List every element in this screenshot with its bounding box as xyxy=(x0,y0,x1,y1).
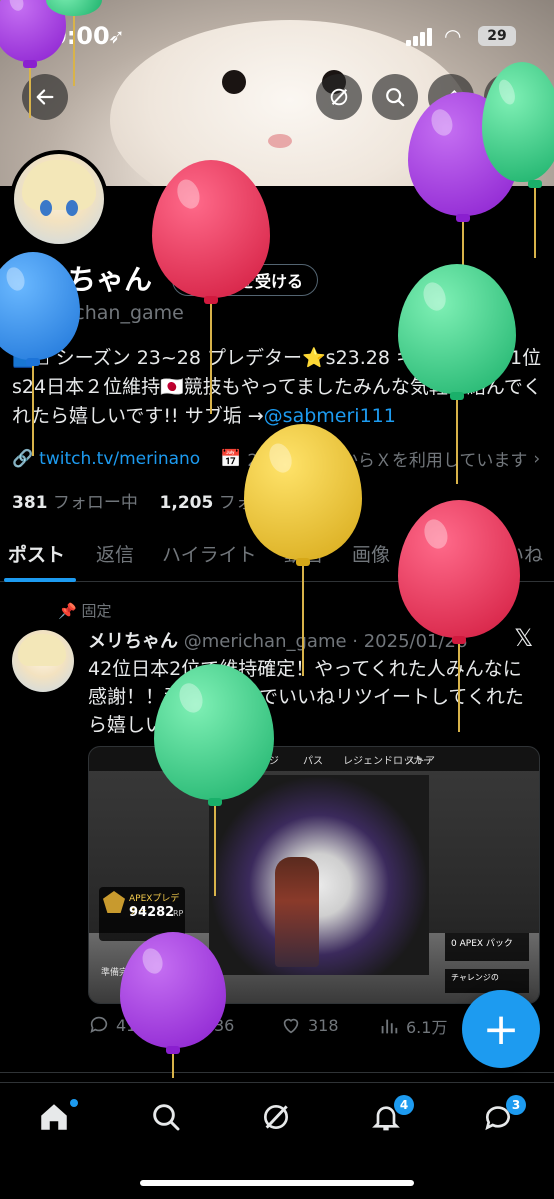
apex-pack-label: APEX パック xyxy=(459,939,513,949)
get-verified-label: 認証を受ける xyxy=(207,272,304,291)
banner-hamster-nose xyxy=(268,134,292,148)
tab-videos[interactable]: 動画 xyxy=(284,540,322,567)
views-button[interactable]: 6.1万 xyxy=(378,1014,447,1038)
plus-icon: + xyxy=(482,1003,520,1055)
tab-posts[interactable]: ポスト xyxy=(8,540,65,567)
retweet-icon xyxy=(188,1016,206,1034)
avatar-hair xyxy=(18,634,66,666)
tweet-handle-date: @merichan_game · 2025/01/26 xyxy=(183,631,468,652)
home-indicator xyxy=(140,1180,414,1186)
like-count: 318 xyxy=(308,1015,339,1035)
avatar-hair xyxy=(22,160,96,210)
website-link[interactable]: twitch.tv/merinano xyxy=(39,449,200,469)
share-button[interactable] xyxy=(484,74,530,120)
avatar-eye xyxy=(66,200,78,216)
tab-articles[interactable]: 記事 xyxy=(420,540,458,567)
arrow-left-icon xyxy=(36,89,54,105)
messages-badge: 3 xyxy=(506,1095,526,1115)
nav-home[interactable] xyxy=(34,1097,74,1137)
wifi-icon: ◠ xyxy=(444,24,462,48)
game-rank-box: APEXプレデター 94282 RP xyxy=(99,887,185,941)
status-bar: 0:00 ➶ ◠ 29 xyxy=(0,0,554,72)
rocket-icon: ➶ xyxy=(108,24,125,48)
views-icon xyxy=(381,1019,398,1034)
signal-icon xyxy=(406,28,434,46)
profile-bio: 🟦◽ シーズン 23~28 プレデター⭐s23.28 キーマウ日本1位 s24日… xyxy=(12,344,546,431)
challenge-label: チャレンジの xyxy=(451,973,499,982)
calendar-icon: 📅 xyxy=(220,448,242,469)
tweet-header: メリちゃん @merichan_game · 2025/01/26 xyxy=(88,627,467,653)
rank-points: 94282 xyxy=(129,905,175,920)
notifications-badge: 4 xyxy=(394,1095,414,1115)
ready-label: 準備完了 xyxy=(101,968,138,978)
home-unread-dot xyxy=(70,1099,78,1107)
game-background-art xyxy=(209,775,429,975)
battery-icon: 29 xyxy=(478,26,516,46)
nav-grok[interactable] xyxy=(256,1097,296,1137)
banner-hamster-eye xyxy=(222,70,246,94)
pencil-icon xyxy=(443,89,459,105)
grok-icon xyxy=(330,88,348,106)
joined-date: 2021年 8月からＸを利用しています xyxy=(247,451,528,471)
share-icon xyxy=(500,88,514,105)
search-icon xyxy=(153,1104,180,1131)
apex-pack-count: 0 xyxy=(451,939,457,949)
tab-replies[interactable]: 返信 xyxy=(96,540,134,567)
link-icon: 🔗 xyxy=(12,448,34,469)
predator-rank-icon xyxy=(103,891,125,913)
game-character xyxy=(275,857,319,967)
game-top-bar: チャレンジ パス レジェンドロッカー ストア xyxy=(89,747,539,771)
reply-button[interactable]: 41 xyxy=(88,1014,136,1036)
tab-likes[interactable]: いいね xyxy=(486,540,543,567)
reply-icon xyxy=(90,1016,108,1033)
grok-button[interactable] xyxy=(316,74,362,120)
get-verified-button[interactable]: ✓ 認証を受ける xyxy=(172,264,319,296)
grok-x-icon[interactable]: 𝕏 xyxy=(514,624,533,652)
search-icon xyxy=(386,88,405,107)
challenge-box: チャレンジの xyxy=(445,969,529,993)
follow-stats: 381 フォロー中 1,205 フォロワー xyxy=(12,488,304,513)
reply-count: 41 xyxy=(116,1015,137,1035)
active-tab-indicator xyxy=(4,578,76,582)
nav-search[interactable] xyxy=(146,1097,186,1137)
profile-handle: @merichan_game xyxy=(12,302,184,324)
verified-badge-icon: ✓ xyxy=(185,272,201,288)
rank-unit: RP xyxy=(173,909,184,918)
heart-icon xyxy=(283,1018,299,1034)
tweet-media-image[interactable]: チャレンジ パス レジェンドロッカー ストア APEXプレデター 94282 R… xyxy=(88,746,540,1004)
game-tab: ストア xyxy=(405,756,435,767)
profile-tabs: ポスト 返信 ハイライト 動画 画像 記事 いいね xyxy=(0,530,554,582)
search-button[interactable] xyxy=(372,74,418,120)
game-tab: チャレンジ xyxy=(229,756,279,767)
retweet-button[interactable]: 36 xyxy=(186,1014,234,1036)
followers-link[interactable]: 1,205 フォロワー xyxy=(160,493,304,513)
compose-post-button[interactable]: + xyxy=(462,990,540,1068)
view-count: 6.1万 xyxy=(406,1018,448,1037)
tweet-author-name[interactable]: メリちゃん xyxy=(88,631,178,652)
tab-highlights[interactable]: ハイライト xyxy=(162,540,257,567)
pin-icon: 📌 xyxy=(58,602,77,620)
home-icon xyxy=(41,1104,67,1130)
status-time: 0:00 xyxy=(50,22,110,50)
edit-button[interactable] xyxy=(428,74,474,120)
avatar-eye xyxy=(40,200,52,216)
tweet-avatar[interactable] xyxy=(12,630,74,692)
like-button[interactable]: 318 xyxy=(280,1014,339,1036)
back-button[interactable] xyxy=(22,74,68,120)
tweet-text: 42位日本2位で維持確定！やってくれた人みんなに感謝！！頑張ったのでいいねリツイ… xyxy=(88,658,524,736)
following-link[interactable]: 381 フォロー中 xyxy=(12,493,138,513)
game-tab: パス xyxy=(303,756,323,767)
profile-meta: 🔗 twitch.tv/merinano 📅 2021年 8月からＸを利用してい… xyxy=(12,446,552,472)
pinned-label: 📌 固定 xyxy=(58,602,112,620)
profile-name: メリちゃん xyxy=(12,263,153,296)
bio-mention-link[interactable]: @sabmeri111 xyxy=(264,405,396,427)
tweet-divider xyxy=(0,1072,554,1073)
chevron-right-icon[interactable]: › xyxy=(533,449,540,469)
profile-avatar[interactable] xyxy=(10,150,108,248)
tab-images[interactable]: 画像 xyxy=(352,540,390,567)
apex-pack-box: 0 APEX パック xyxy=(445,933,529,961)
retweet-count: 36 xyxy=(214,1015,235,1035)
grok-icon xyxy=(264,1105,288,1129)
